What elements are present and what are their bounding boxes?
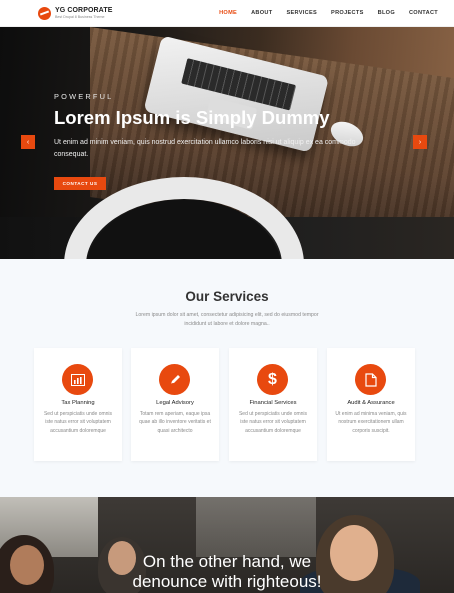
- service-card-tax-planning[interactable]: Tax Planning Sed ut perspiciatis unde om…: [34, 348, 122, 461]
- nav-home[interactable]: HOME: [219, 10, 237, 16]
- service-card-title: Tax Planning: [61, 400, 95, 406]
- banner-title: On the other hand, we denounce with righ…: [0, 552, 454, 592]
- document-icon: [355, 364, 386, 395]
- service-card-desc: Totam rem aperiam, eaque ipsa quae ab il…: [139, 411, 211, 434]
- service-card-desc: Sed ut perspiciatis unde omnis iste natu…: [238, 411, 308, 434]
- logo-icon: [38, 6, 51, 20]
- services-title: Our Services: [185, 289, 269, 304]
- pencil-icon: [159, 364, 190, 395]
- hero-title: Lorem Ipsum is Simply Dummy: [54, 107, 330, 128]
- dollar-icon: $: [257, 364, 288, 395]
- services-section: Our Services Lorem ipsum dolor sit amet,…: [0, 259, 454, 497]
- service-card-financial-services[interactable]: $ Financial Services Sed ut perspiciatis…: [229, 348, 317, 461]
- brand-tagline: Best Drupal 8 Business Theme: [55, 14, 105, 19]
- site-header: YG CORPORATE Best Drupal 8 Business Them…: [0, 0, 454, 27]
- nav-contact[interactable]: CONTACT: [409, 10, 438, 16]
- testimonial-banner: On the other hand, we denounce with righ…: [0, 497, 454, 593]
- banner-window-image: [196, 497, 316, 557]
- chevron-left-icon: ‹: [26, 138, 30, 146]
- main-nav: HOME ABOUT SERVICES PROJECTS BLOG CONTAC…: [219, 10, 438, 16]
- service-card-title: Legal Advisory: [156, 400, 194, 406]
- service-card-legal-advisory[interactable]: Legal Advisory Totam rem aperiam, eaque …: [131, 348, 219, 461]
- service-card-desc: Ut enim ad minima veniam, quis nostrum e…: [335, 411, 407, 434]
- nav-services[interactable]: SERVICES: [286, 10, 317, 16]
- slider-next-button[interactable]: ›: [413, 135, 427, 149]
- hero-eyebrow: POWERFUL: [54, 92, 114, 101]
- service-card-desc: Sed ut perspiciatis unde omnis iste natu…: [43, 411, 113, 434]
- service-card-title: Audit & Assurance: [347, 400, 395, 406]
- hero-text: Ut enim ad minim veniam, quis nostrud ex…: [54, 139, 356, 158]
- brand-name: YG CORPORATE: [55, 6, 113, 14]
- bar-chart-icon: [62, 364, 93, 395]
- hero-slider: ‹ › POWERFUL Lorem Ipsum is Simply Dummy…: [0, 27, 454, 259]
- hero-content: POWERFUL Lorem Ipsum is Simply Dummy Ut …: [54, 92, 364, 190]
- brand-text: YG CORPORATE Best Drupal 8 Business Them…: [55, 7, 112, 20]
- slider-prev-button[interactable]: ‹: [21, 135, 35, 149]
- brand[interactable]: YG CORPORATE Best Drupal 8 Business Them…: [38, 6, 112, 20]
- chevron-right-icon: ›: [418, 138, 422, 146]
- services-subtitle: Lorem ipsum dolor sit amet, consectetur …: [135, 312, 319, 327]
- nav-about[interactable]: ABOUT: [251, 10, 272, 16]
- nav-projects[interactable]: PROJECTS: [331, 10, 364, 16]
- nav-blog[interactable]: BLOG: [378, 10, 395, 16]
- banner-title-line1: On the other hand, we: [142, 552, 312, 571]
- service-card-title: Financial Services: [249, 400, 297, 406]
- banner-title-line2: denounce with righteous!: [132, 572, 322, 591]
- service-card-audit-assurance[interactable]: Audit & Assurance Ut enim ad minima veni…: [327, 348, 415, 461]
- contact-us-button[interactable]: CONTACT US: [54, 177, 106, 190]
